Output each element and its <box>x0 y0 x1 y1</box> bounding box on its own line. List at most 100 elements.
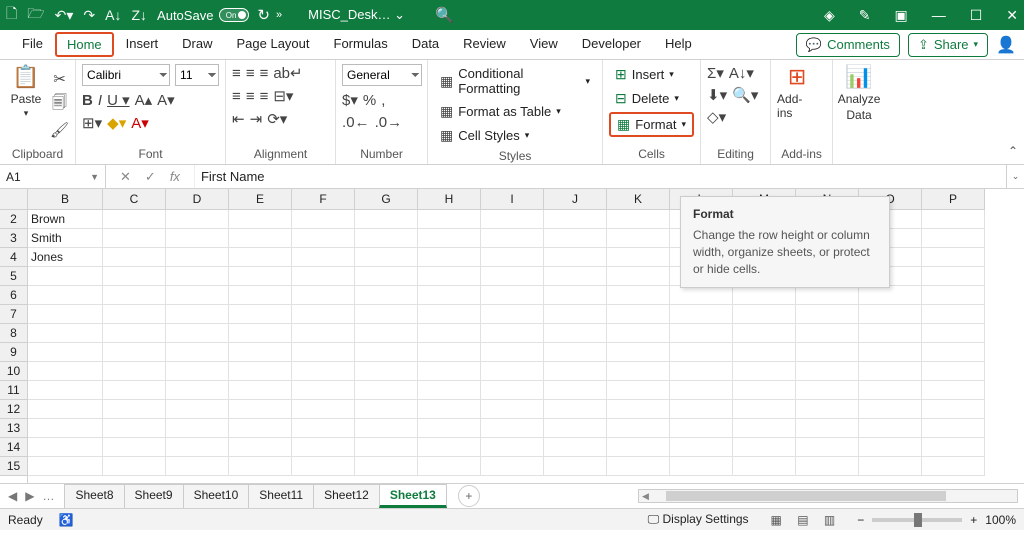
column-header[interactable]: F <box>292 189 355 210</box>
cell[interactable] <box>166 210 229 229</box>
cell[interactable] <box>796 400 859 419</box>
cell[interactable] <box>607 438 670 457</box>
cell[interactable] <box>733 305 796 324</box>
comma-icon[interactable]: , <box>381 92 385 109</box>
tab-draw[interactable]: Draw <box>170 30 224 59</box>
column-header[interactable]: G <box>355 189 418 210</box>
add-sheet-button[interactable]: + <box>458 485 480 507</box>
cell[interactable] <box>607 419 670 438</box>
cell[interactable] <box>166 286 229 305</box>
cell[interactable] <box>418 419 481 438</box>
cell[interactable] <box>103 305 166 324</box>
pen-icon[interactable]: ✎ <box>859 7 871 24</box>
cell[interactable] <box>166 419 229 438</box>
refresh-icon[interactable]: ↻ <box>257 6 270 24</box>
cell[interactable] <box>607 305 670 324</box>
cell[interactable] <box>355 286 418 305</box>
collapse-ribbon-icon[interactable]: ⌃ <box>1008 144 1018 158</box>
row-header[interactable]: 3 <box>0 229 27 248</box>
border-button[interactable]: ⊞▾ <box>82 114 102 132</box>
column-header[interactable]: C <box>103 189 166 210</box>
cell[interactable] <box>670 343 733 362</box>
cell[interactable] <box>103 419 166 438</box>
redo-icon[interactable]: ↷ <box>83 7 95 24</box>
tab-page-layout[interactable]: Page Layout <box>225 30 322 59</box>
conditional-formatting-button[interactable]: ▦Conditional Formatting▾ <box>434 64 596 98</box>
zoom-in-icon[interactable]: + <box>970 513 977 527</box>
cell[interactable] <box>292 400 355 419</box>
cell[interactable] <box>544 438 607 457</box>
row-header[interactable]: 15 <box>0 457 27 476</box>
cell[interactable] <box>481 229 544 248</box>
accessibility-icon[interactable]: ♿ <box>59 513 74 527</box>
cell[interactable] <box>355 248 418 267</box>
cell[interactable] <box>355 305 418 324</box>
cell[interactable] <box>28 457 103 476</box>
cell[interactable] <box>922 210 985 229</box>
outdent-icon[interactable]: ⇤ <box>232 110 245 128</box>
cell[interactable] <box>922 400 985 419</box>
indent-icon[interactable]: ⇥ <box>250 110 263 128</box>
premium-icon[interactable]: ◈ <box>824 7 835 24</box>
tab-home[interactable]: Home <box>55 32 114 57</box>
cell[interactable] <box>733 457 796 476</box>
sheet-tab[interactable]: Sheet8 <box>64 484 124 508</box>
percent-icon[interactable]: % <box>363 92 376 109</box>
cell[interactable] <box>859 438 922 457</box>
cell[interactable] <box>796 457 859 476</box>
cell[interactable] <box>166 343 229 362</box>
cell[interactable] <box>292 362 355 381</box>
align-center-icon[interactable]: ≡ <box>246 88 255 105</box>
cell[interactable] <box>28 438 103 457</box>
window-icon[interactable]: ▣ <box>894 7 907 24</box>
cell[interactable] <box>229 438 292 457</box>
align-top-icon[interactable]: ≡ <box>232 65 241 82</box>
dec-decimal-icon[interactable]: .0→ <box>375 114 403 131</box>
cell[interactable] <box>229 305 292 324</box>
addins-button[interactable]: ⊞Add-ins <box>777 64 817 144</box>
cell[interactable] <box>166 248 229 267</box>
cell[interactable] <box>103 457 166 476</box>
row-header[interactable]: 5 <box>0 267 27 286</box>
cell[interactable]: Brown <box>28 210 103 229</box>
tab-view[interactable]: View <box>518 30 570 59</box>
cell[interactable] <box>796 286 859 305</box>
row-header[interactable]: 4 <box>0 248 27 267</box>
cell[interactable] <box>796 438 859 457</box>
cell[interactable] <box>292 229 355 248</box>
expand-formula-icon[interactable]: ⌄ <box>1006 165 1024 188</box>
cell[interactable] <box>922 457 985 476</box>
cell[interactable] <box>922 419 985 438</box>
number-format-combo[interactable]: General <box>342 64 422 86</box>
cell[interactable] <box>166 267 229 286</box>
column-header[interactable]: I <box>481 189 544 210</box>
cell[interactable] <box>355 229 418 248</box>
paste-button[interactable]: 📋 Paste ▾ <box>6 64 46 144</box>
fill-color-button[interactable]: ◆▾ <box>107 114 126 132</box>
cell[interactable] <box>859 381 922 400</box>
select-all-corner[interactable] <box>0 189 27 210</box>
cell[interactable] <box>859 324 922 343</box>
cell[interactable] <box>607 381 670 400</box>
page-layout-view-icon[interactable]: ▤ <box>791 513 814 527</box>
cell[interactable] <box>292 438 355 457</box>
cell[interactable] <box>481 286 544 305</box>
cell[interactable] <box>796 362 859 381</box>
currency-icon[interactable]: $▾ <box>342 91 358 109</box>
cell[interactable] <box>733 324 796 343</box>
insert-cells-button[interactable]: ⊞Insert▾ <box>609 64 680 85</box>
cell[interactable] <box>733 400 796 419</box>
cell[interactable] <box>607 229 670 248</box>
cell[interactable] <box>292 267 355 286</box>
cell[interactable] <box>733 286 796 305</box>
copy-icon[interactable]: 🗐 <box>52 92 67 117</box>
row-header[interactable]: 9 <box>0 343 27 362</box>
wrap-text-icon[interactable]: ab↵ <box>273 64 302 82</box>
cell[interactable] <box>607 457 670 476</box>
inc-decimal-icon[interactable]: .0← <box>342 114 370 131</box>
sheet-tab[interactable]: Sheet10 <box>183 484 250 508</box>
cell[interactable] <box>922 229 985 248</box>
cell[interactable] <box>544 362 607 381</box>
cell[interactable] <box>229 362 292 381</box>
fill-icon[interactable]: ⬇▾ <box>707 86 727 104</box>
